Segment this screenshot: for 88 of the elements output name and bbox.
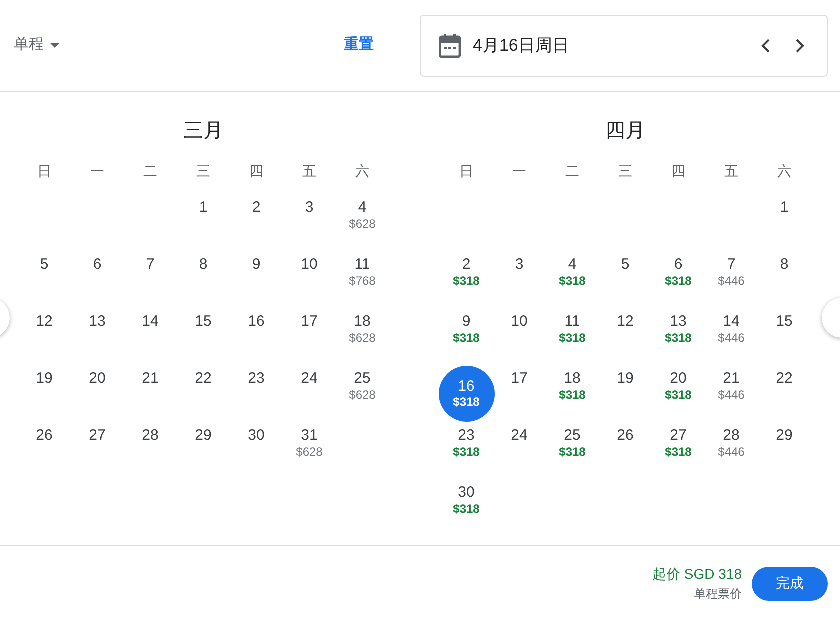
calendar-day[interactable]: 20 [89, 371, 106, 386]
date-field[interactable]: 4月16日周日 [420, 14, 828, 76]
calendar-day[interactable]: 2 $318 [453, 257, 480, 287]
calendar-day[interactable]: 18 $628 [349, 314, 376, 344]
calendar-day[interactable]: 5 [40, 257, 49, 272]
calendar-day[interactable]: 12 [617, 314, 634, 329]
weekday-label: 日 [460, 162, 474, 180]
selected-day[interactable]: 16 $318 [438, 366, 494, 422]
weekday-label: 三 [196, 162, 210, 180]
calendar-day[interactable]: 18 $318 [559, 371, 586, 401]
calendar-day[interactable]: 27 $318 [665, 428, 692, 458]
calendar-day[interactable]: 20 $318 [665, 371, 692, 401]
calendar-day[interactable]: 15 [195, 314, 212, 329]
calendar-day[interactable]: 4 $318 [559, 257, 586, 287]
calendar-day[interactable]: 6 $318 [665, 257, 692, 287]
price-note: 单程票价 [694, 586, 742, 603]
calendar-day[interactable]: 14 [142, 314, 159, 329]
calendar-day[interactable]: 3 [515, 257, 524, 272]
calendar-day[interactable]: 13 [89, 314, 106, 329]
calendar-day[interactable]: 22 [776, 371, 793, 386]
calendar-day[interactable]: 25 $628 [349, 371, 376, 401]
calendar-day[interactable]: 3 [305, 200, 314, 215]
calendar-day[interactable]: 14 $446 [718, 314, 745, 344]
calendar-day[interactable]: 9 [252, 257, 261, 272]
date-value: 4月16日周日 [473, 34, 570, 57]
calendar-day[interactable]: 21 [142, 371, 159, 386]
calendar-day[interactable]: 11 $318 [559, 314, 586, 344]
month-title: 三月 [184, 119, 224, 144]
calendar-day[interactable]: 9 $318 [453, 314, 480, 344]
weekday-label: 六 [778, 162, 792, 180]
calendar-day[interactable]: 23 $318 [453, 428, 480, 458]
weekday-label: 二 [566, 162, 580, 180]
calendar-day[interactable]: 8 [780, 257, 789, 272]
trip-type-dropdown[interactable]: 单程 [14, 34, 60, 57]
calendar-day[interactable]: 17 [511, 371, 528, 386]
calendar-day[interactable]: 28 [142, 428, 159, 443]
calendar-day[interactable]: 10 [511, 314, 528, 329]
calendar-day[interactable]: 29 [195, 428, 212, 443]
starting-price: 起价 SGD 318 [652, 565, 742, 584]
month-title: 四月 [606, 119, 646, 144]
calendar-day[interactable]: 7 $446 [718, 257, 745, 287]
calendar-day[interactable]: 26 [617, 428, 634, 443]
calendar-day[interactable]: 15 [776, 314, 793, 329]
calendar-day[interactable]: 22 [195, 371, 212, 386]
calendar-day[interactable]: 13 $318 [665, 314, 692, 344]
calendar-day[interactable]: 7 [146, 257, 155, 272]
weekday-label: 四 [672, 162, 686, 180]
calendar-day[interactable]: 31 $628 [296, 428, 323, 458]
calendar-day[interactable]: 29 [776, 428, 793, 443]
calendar-day[interactable]: 28 $446 [718, 428, 745, 458]
calendar-day[interactable]: 8 [199, 257, 208, 272]
calendar-day[interactable]: 1 [199, 200, 208, 215]
calendar-day[interactable]: 21 $446 [718, 371, 745, 401]
next-icon[interactable] [795, 38, 805, 54]
previous-icon[interactable] [761, 38, 771, 54]
weekday-label: 四 [250, 162, 264, 180]
weekday-label: 三 [618, 162, 632, 180]
calendar-day[interactable]: 24 [511, 428, 528, 443]
weekday-label: 二 [144, 162, 158, 180]
weekday-label: 五 [302, 162, 316, 180]
done-button[interactable]: 完成 [752, 566, 828, 600]
calendar-day[interactable]: 1 [780, 200, 789, 215]
weekday-label: 五 [724, 162, 738, 180]
calendar-day[interactable]: 10 [301, 257, 318, 272]
calendar-icon [439, 34, 461, 58]
reset-button[interactable]: 重置 [344, 34, 374, 57]
calendar-day[interactable]: 17 [301, 314, 318, 329]
calendar-day[interactable]: 11 $768 [349, 257, 376, 287]
calendar-day[interactable]: 4 $628 [349, 200, 376, 230]
weekday-label: 一 [90, 162, 104, 180]
calendar-day[interactable]: 16 [248, 314, 265, 329]
calendar-day[interactable]: 27 [89, 428, 106, 443]
caret-icon [50, 43, 60, 48]
calendar-day[interactable]: 5 [621, 257, 630, 272]
calendar-day[interactable]: 25 $318 [559, 428, 586, 458]
calendar-day[interactable]: 30 [248, 428, 265, 443]
calendar-day[interactable]: 26 [36, 428, 53, 443]
calendar-day[interactable]: 24 [301, 371, 318, 386]
calendar-day[interactable]: 19 [36, 371, 53, 386]
calendar-day[interactable]: 30 $318 [453, 485, 480, 515]
weekday-label: 一 [512, 162, 526, 180]
calendar-day[interactable]: 12 [36, 314, 53, 329]
calendar-day[interactable]: 6 [93, 257, 102, 272]
weekday-label: 日 [38, 162, 52, 180]
calendar-day[interactable]: 19 [617, 371, 634, 386]
weekday-label: 六 [356, 162, 370, 180]
calendar-day[interactable]: 2 [252, 200, 261, 215]
calendar-day[interactable]: 23 [248, 371, 265, 386]
